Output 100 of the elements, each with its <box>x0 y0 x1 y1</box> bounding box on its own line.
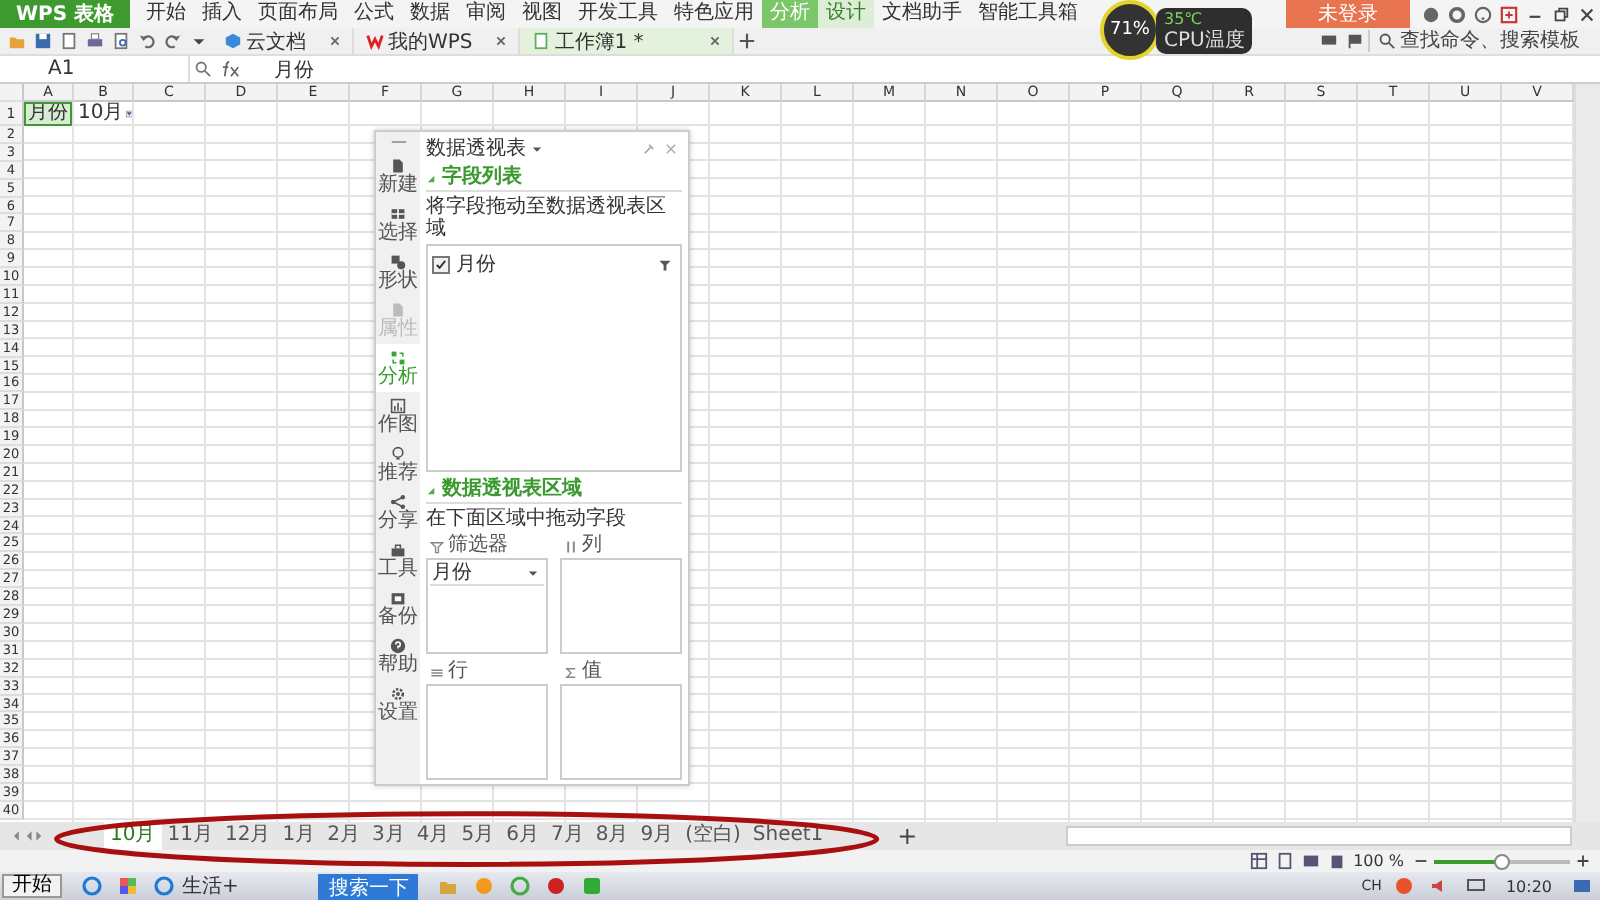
flag-icon[interactable] <box>1346 32 1364 50</box>
help-icon[interactable] <box>1474 5 1492 23</box>
undo-icon[interactable] <box>138 32 156 50</box>
panel-title[interactable]: 数据透视表 <box>426 134 526 162</box>
sheet-tab[interactable]: 1月 <box>276 822 322 850</box>
collapse-icon[interactable] <box>426 173 436 183</box>
collapse-icon[interactable] <box>426 485 436 495</box>
panel-tool-button[interactable]: 帮助 <box>376 632 420 680</box>
sheet-tab[interactable]: 11月 <box>161 822 219 850</box>
panel-tool-button[interactable]: 分享 <box>376 488 420 536</box>
ribbon-tab[interactable]: 公式 <box>346 0 403 28</box>
ribbon-tab[interactable]: 数据 <box>402 0 459 28</box>
horizontal-scrollbar[interactable] <box>1065 826 1572 846</box>
normal-view-icon[interactable] <box>1249 852 1268 870</box>
hint-text: 将字段拖动至数据透视表区域 <box>426 196 668 240</box>
panel-tool-button[interactable]: 新建 <box>376 152 420 200</box>
zone-field[interactable]: 月份 <box>430 562 544 586</box>
checkbox[interactable] <box>432 255 450 273</box>
search-button[interactable]: 搜索一下 <box>318 873 419 899</box>
ribbon-tab[interactable]: 页面布局 <box>250 0 347 28</box>
sheet-tab[interactable]: 2月 <box>321 822 366 850</box>
restore-icon[interactable] <box>1552 5 1570 23</box>
network-icon[interactable] <box>1465 876 1486 896</box>
ribbon-tab[interactable]: 视图 <box>514 0 571 28</box>
function-icon[interactable] <box>220 60 242 78</box>
taskbar-item[interactable]: 生活+ <box>146 872 239 900</box>
sheet-tab[interactable]: 12月 <box>218 822 277 850</box>
ribbon-tab[interactable]: 特色应用 <box>666 0 763 28</box>
page-icon <box>390 157 406 173</box>
ribbon-tab[interactable]: 智能工具箱 <box>970 0 1087 28</box>
start-button[interactable]: 开始 <box>2 874 62 898</box>
spreadsheet-icon <box>532 32 551 50</box>
panel-tool-button[interactable]: 选择 <box>376 200 420 248</box>
filter-icon[interactable] <box>125 106 132 122</box>
print-icon[interactable] <box>86 32 104 50</box>
preview-icon[interactable] <box>112 32 130 50</box>
sheet-tab[interactable]: 3月 <box>365 822 411 850</box>
vertical-scrollbar[interactable] <box>1574 84 1600 822</box>
puzzle-icon[interactable] <box>118 876 138 896</box>
ribbon-tab[interactable]: 审阅 <box>458 0 515 28</box>
save-icon[interactable] <box>34 32 52 50</box>
close-icon[interactable] <box>706 32 725 50</box>
panel-tool-button[interactable]: 备份 <box>376 584 420 632</box>
sheet-tab[interactable]: Sheet1 <box>746 822 830 850</box>
document-icon[interactable] <box>60 32 78 50</box>
app-menu-button[interactable]: WPS 表格 <box>0 0 131 28</box>
page-view-icon[interactable] <box>1275 852 1294 870</box>
sheet-tab[interactable]: (空白) <box>679 822 747 850</box>
panel-tool-button[interactable]: 形状 <box>376 248 420 296</box>
search-field[interactable]: 查找命令、搜索模板 <box>1368 30 1600 52</box>
cell-reference-field[interactable]: A1 <box>0 56 190 82</box>
add-sheet-button[interactable]: + <box>889 822 926 850</box>
section-heading: 字段列表 <box>442 166 522 190</box>
panel-tool-button[interactable]: 工具 <box>376 536 420 584</box>
document-tab[interactable]: 工作簿1 * <box>520 28 735 54</box>
layout-view-icon[interactable] <box>1301 852 1320 870</box>
zone-label: 行 <box>448 660 468 684</box>
show-desktop-icon[interactable] <box>1572 876 1592 896</box>
section-heading: 数据透视表区域 <box>442 478 582 502</box>
sheet-tab[interactable]: 4月 <box>410 822 456 850</box>
filter-icon[interactable] <box>658 257 672 271</box>
settings-icon[interactable] <box>1448 5 1466 23</box>
close-icon[interactable] <box>492 32 511 50</box>
grip-icon[interactable] <box>389 138 407 146</box>
sheet-tab[interactable]: 6月 <box>500 822 545 850</box>
ribbon-tab[interactable]: 开发工具 <box>570 0 667 28</box>
panel-tool-button[interactable]: 推荐 <box>376 440 420 488</box>
ribbon-tab[interactable]: 设计 <box>818 0 875 28</box>
zone-label: 筛选器 <box>448 534 508 558</box>
slider-thumb[interactable] <box>1494 853 1510 869</box>
close-icon[interactable] <box>1578 5 1596 23</box>
backup-icon <box>390 589 406 605</box>
table-cell[interactable]: 10月 <box>76 104 126 124</box>
filter-icon <box>430 539 444 553</box>
ribbon-tab[interactable]: 开始 <box>138 0 195 28</box>
panel-tool-button[interactable]: 设置 <box>376 680 420 728</box>
clock[interactable]: 10:20 <box>1505 877 1552 895</box>
ribbon-tab[interactable]: 插入 <box>194 0 251 28</box>
page-icon <box>390 301 406 317</box>
field-label[interactable]: 月份 <box>456 250 496 278</box>
share-icon <box>390 493 406 509</box>
zoom-icon[interactable] <box>194 60 212 78</box>
panel-tool-button[interactable]: 分析 <box>376 344 420 392</box>
panel-tool-button[interactable]: 作图 <box>376 392 420 440</box>
sheet-tab[interactable]: 5月 <box>455 822 501 850</box>
sheet-tab[interactable]: 7月 <box>544 822 590 850</box>
zoom-in-icon[interactable] <box>1574 852 1592 870</box>
rows-icon <box>430 665 444 679</box>
drop-zone[interactable]: 月份 <box>426 558 548 654</box>
formula-input[interactable]: 月份 <box>246 55 314 83</box>
browser-icon[interactable] <box>82 876 102 896</box>
ribbon-tab[interactable]: 文档助手 <box>874 0 971 28</box>
new-tab-icon[interactable] <box>738 32 757 50</box>
zoom-level: 100 % <box>1353 852 1404 870</box>
sheet-tab[interactable]: 8月 <box>589 822 635 850</box>
sheet-tab[interactable]: 9月 <box>634 822 680 850</box>
redo-icon[interactable] <box>164 32 182 50</box>
document-tab[interactable]: 云文档 <box>212 28 354 54</box>
pin-icon[interactable] <box>642 141 656 155</box>
close-icon[interactable] <box>326 32 344 50</box>
